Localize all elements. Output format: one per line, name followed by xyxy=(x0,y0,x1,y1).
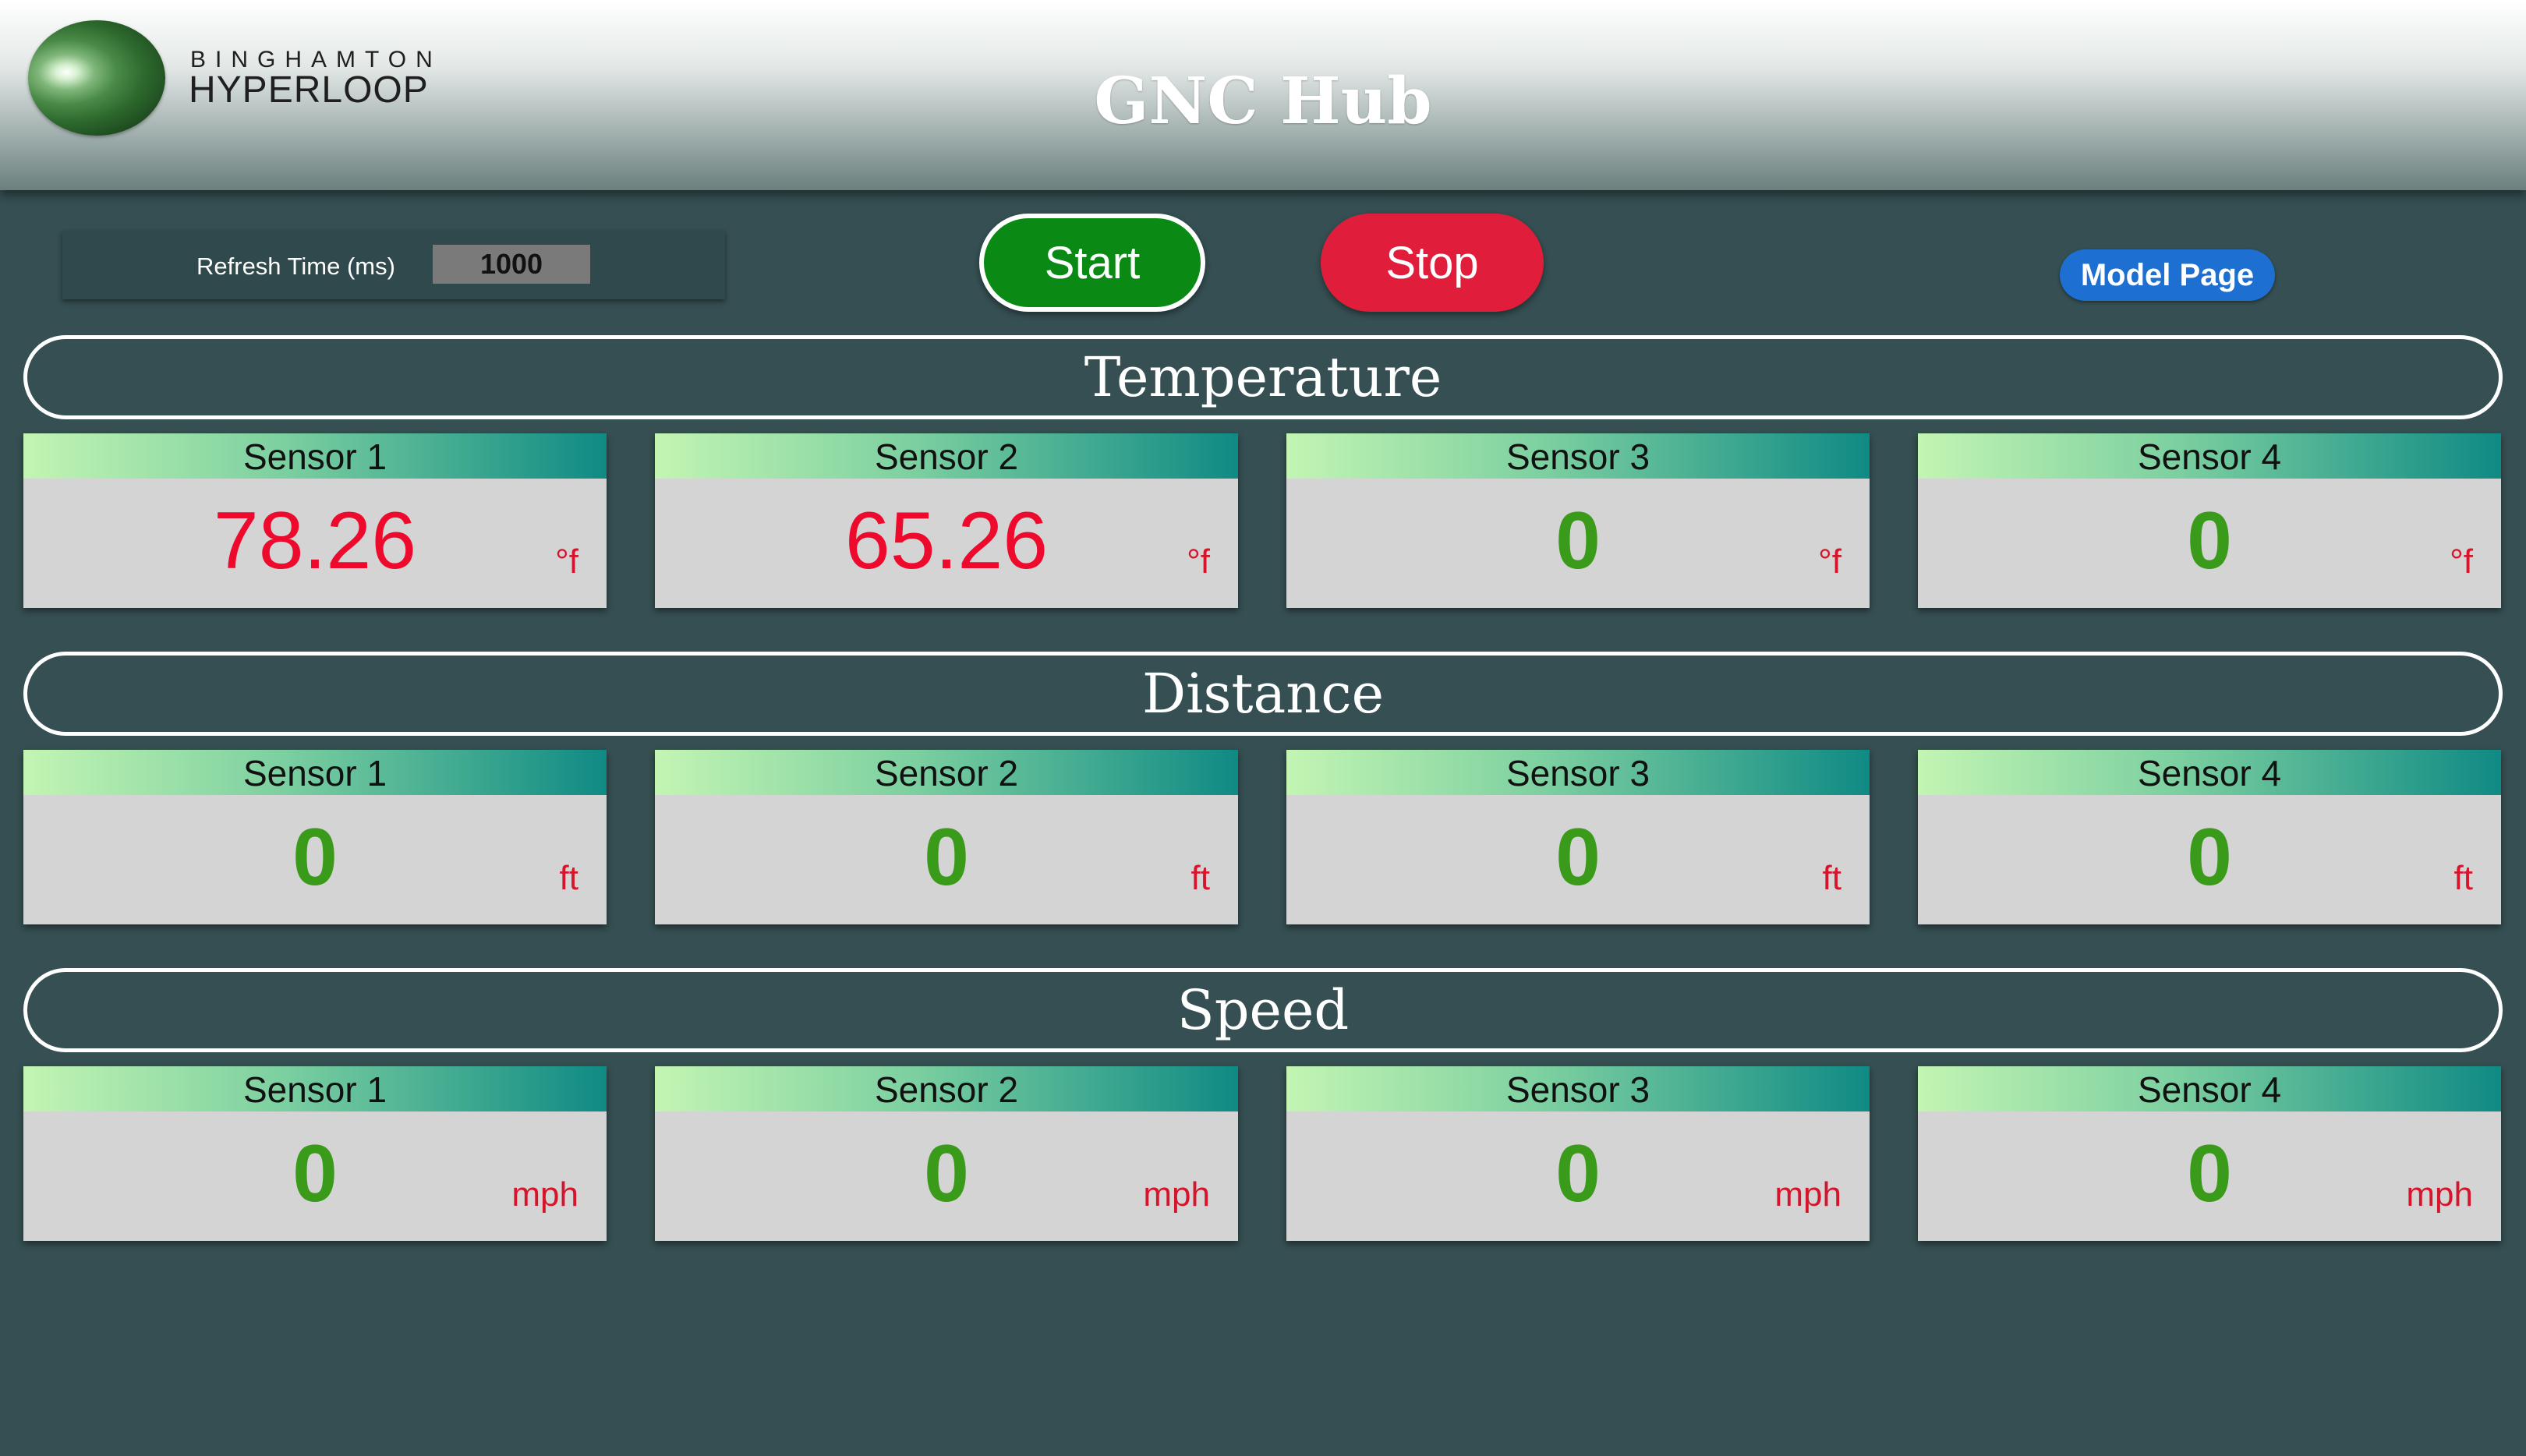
sensor-card: Sensor 4 0 ft xyxy=(1918,750,2501,924)
sensor-label: Sensor 3 xyxy=(1286,750,1870,795)
sensor-unit: mph xyxy=(511,1175,578,1214)
sensor-unit: mph xyxy=(1143,1175,1210,1214)
sensor-card: Sensor 4 0 °f xyxy=(1918,433,2501,608)
sensor-card: Sensor 3 0 mph xyxy=(1286,1066,1870,1241)
refresh-time-panel: Refresh Time (ms) xyxy=(62,231,725,299)
model-page-button[interactable]: Model Page xyxy=(2060,249,2275,301)
sensor-label: Sensor 2 xyxy=(655,1066,1238,1111)
sensor-label: Sensor 4 xyxy=(1918,1066,2501,1111)
sensor-label: Sensor 3 xyxy=(1286,1066,1870,1111)
sensor-card: Sensor 2 0 ft xyxy=(655,750,1238,924)
sensor-value: 65.26 xyxy=(844,496,1049,586)
sensor-unit: mph xyxy=(1774,1175,1841,1214)
sensor-card: Sensor 3 0 °f xyxy=(1286,433,1870,608)
sensor-unit: °f xyxy=(1818,542,1841,581)
start-button[interactable]: Start xyxy=(979,214,1205,312)
sensor-unit: mph xyxy=(2406,1175,2473,1214)
sensor-label: Sensor 1 xyxy=(23,433,607,479)
sensor-unit: ft xyxy=(2453,859,2473,897)
sensor-unit: °f xyxy=(555,542,578,581)
sensor-label: Sensor 2 xyxy=(655,750,1238,795)
section-title: Temperature xyxy=(23,335,2503,419)
sensor-label: Sensor 4 xyxy=(1918,433,2501,479)
sensor-label: Sensor 1 xyxy=(23,1066,607,1111)
refresh-time-label: Refresh Time (ms) xyxy=(196,253,395,280)
sensor-value: 0 xyxy=(1555,496,1601,586)
sensor-card: Sensor 3 0 ft xyxy=(1286,750,1870,924)
sensor-card: Sensor 4 0 mph xyxy=(1918,1066,2501,1241)
sensor-value: 78.26 xyxy=(213,496,417,586)
section-title: Speed xyxy=(23,968,2503,1052)
sensor-value: 0 xyxy=(2187,496,2232,586)
sensor-value: 0 xyxy=(292,812,338,903)
sensor-card: Sensor 1 0 ft xyxy=(23,750,607,924)
sensor-card: Sensor 2 65.26 °f xyxy=(655,433,1238,608)
sensor-value: 0 xyxy=(2187,812,2232,903)
sensor-card: Sensor 2 0 mph xyxy=(655,1066,1238,1241)
sensor-card: Sensor 1 78.26 °f xyxy=(23,433,607,608)
stop-button[interactable]: Stop xyxy=(1321,214,1544,312)
sensor-unit: °f xyxy=(1187,542,1210,581)
sensor-card: Sensor 1 0 mph xyxy=(23,1066,607,1241)
sensor-value: 0 xyxy=(1555,812,1601,903)
sensor-unit: ft xyxy=(1190,859,1210,897)
sensor-unit: ft xyxy=(559,859,578,897)
sensor-value: 0 xyxy=(924,812,969,903)
page-title: GNC Hub xyxy=(1094,64,1432,139)
refresh-time-input[interactable] xyxy=(433,245,590,284)
section-title: Distance xyxy=(23,652,2503,736)
sensor-label: Sensor 4 xyxy=(1918,750,2501,795)
header-bar: BINGHAMTON HYPERLOOP GNC Hub xyxy=(0,0,2526,190)
sensor-label: Sensor 2 xyxy=(655,433,1238,479)
sensor-unit: °f xyxy=(2450,542,2473,581)
sensor-label: Sensor 3 xyxy=(1286,433,1870,479)
sensor-unit: ft xyxy=(1822,859,1841,897)
sensor-label: Sensor 1 xyxy=(23,750,607,795)
